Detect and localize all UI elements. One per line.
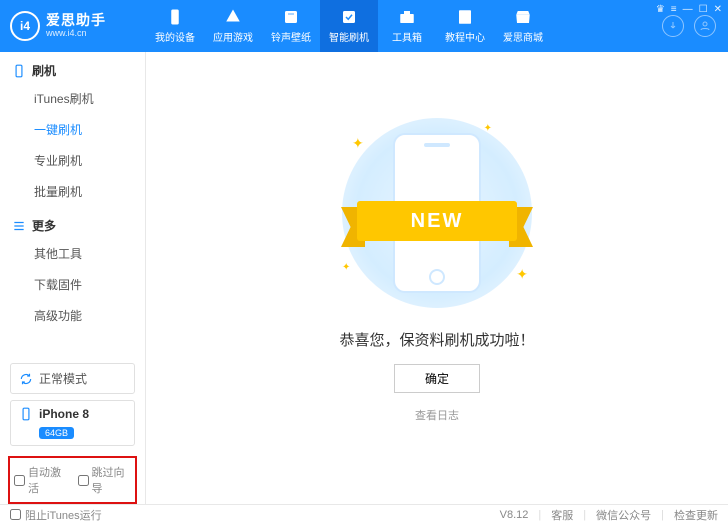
mode-box[interactable]: 正常模式 <box>10 363 135 394</box>
menu-itunes-flash[interactable]: iTunes刷机 <box>34 83 145 114</box>
opt-auto-activate[interactable]: 自动激活 <box>14 464 68 496</box>
flash-menu: iTunes刷机 一键刷机 专业刷机 批量刷机 <box>0 83 145 207</box>
menu-oneclick-flash[interactable]: 一键刷机 <box>34 114 145 145</box>
music-icon <box>282 8 300 26</box>
auto-activate-checkbox[interactable] <box>14 475 25 486</box>
block-itunes-checkbox[interactable] <box>10 509 21 520</box>
nav-flash[interactable]: 智能刷机 <box>320 0 378 52</box>
menu-icon[interactable]: ≡ <box>671 4 677 15</box>
main-panel: ✦ ✦ ✦ ✦ NEW 恭喜您，保资料刷机成功啦！ 确定 查看日志 <box>146 52 728 504</box>
opt-label: 跳过向导 <box>92 464 132 496</box>
app-header: i4 爱思助手 www.i4.cn 我的设备 应用游戏 铃声壁纸 智能刷机 工具… <box>0 0 728 52</box>
flash-icon <box>340 8 358 26</box>
ribbon-text: NEW <box>357 201 517 241</box>
success-message: 恭喜您，保资料刷机成功啦！ <box>339 329 534 350</box>
book-icon <box>456 8 474 26</box>
version-label: V8.12 <box>500 509 529 521</box>
logo-icon: i4 <box>10 11 40 41</box>
view-log-link[interactable]: 查看日志 <box>415 407 459 423</box>
phone-icon <box>166 8 184 26</box>
opt-label: 阻止iTunes运行 <box>25 507 102 523</box>
flash-options-row: 自动激活 跳过向导 <box>8 456 137 504</box>
phone-small-icon <box>19 407 33 421</box>
star-icon: ✦ <box>352 135 364 152</box>
nav-label: 教程中心 <box>445 29 485 44</box>
opt-label: 自动激活 <box>28 464 68 496</box>
nav-ringtones[interactable]: 铃声壁纸 <box>262 0 320 52</box>
nav-label: 智能刷机 <box>329 29 369 44</box>
device-icon <box>12 64 26 78</box>
section-label: 更多 <box>32 217 56 234</box>
block-itunes-option[interactable]: 阻止iTunes运行 <box>10 507 102 523</box>
menu-other-tools[interactable]: 其他工具 <box>34 238 145 269</box>
menu-batch-flash[interactable]: 批量刷机 <box>34 176 145 207</box>
wechat-link[interactable]: 微信公众号 <box>596 507 651 523</box>
nav-store[interactable]: 爱思商城 <box>494 0 552 52</box>
ok-button[interactable]: 确定 <box>394 364 480 393</box>
device-name: iPhone 8 <box>39 407 89 421</box>
nav-label: 应用游戏 <box>213 29 253 44</box>
section-label: 刷机 <box>32 62 56 79</box>
more-icon <box>12 219 26 233</box>
close-icon[interactable]: ✕ <box>714 4 722 15</box>
nav-toolbox[interactable]: 工具箱 <box>378 0 436 52</box>
brand: i4 爱思助手 www.i4.cn <box>0 11 146 41</box>
toolbox-icon <box>398 8 416 26</box>
more-menu: 其他工具 下载固件 高级功能 <box>0 238 145 331</box>
section-flash-title: 刷机 <box>0 52 145 83</box>
star-icon: ✦ <box>342 262 350 273</box>
sidebar: 刷机 iTunes刷机 一键刷机 专业刷机 批量刷机 更多 其他工具 下载固件 … <box>0 52 146 504</box>
star-icon: ✦ <box>484 123 492 134</box>
minimize-icon[interactable]: — <box>683 4 693 15</box>
refresh-icon <box>19 372 33 386</box>
nav-label: 铃声壁纸 <box>271 29 311 44</box>
nav-my-device[interactable]: 我的设备 <box>146 0 204 52</box>
top-nav: 我的设备 应用游戏 铃声壁纸 智能刷机 工具箱 教程中心 爱思商城 <box>146 0 662 52</box>
opt-skip-guide[interactable]: 跳过向导 <box>78 464 132 496</box>
device-box[interactable]: iPhone 8 64GB <box>10 400 135 446</box>
menu-advanced[interactable]: 高级功能 <box>34 300 145 331</box>
apps-icon <box>224 8 242 26</box>
tshirt-icon[interactable]: ♛ <box>656 4 665 15</box>
storage-badge: 64GB <box>39 427 74 439</box>
star-icon: ✦ <box>516 266 528 283</box>
maximize-icon[interactable]: ☐ <box>699 4 708 15</box>
menu-download-firmware[interactable]: 下载固件 <box>34 269 145 300</box>
nav-label: 工具箱 <box>392 29 422 44</box>
brand-url: www.i4.cn <box>46 29 106 39</box>
nav-apps[interactable]: 应用游戏 <box>204 0 262 52</box>
success-illustration: ✦ ✦ ✦ ✦ NEW <box>322 113 552 313</box>
store-icon <box>514 8 532 26</box>
status-bar: 阻止iTunes运行 V8.12| 客服| 微信公众号| 检查更新 <box>0 504 728 524</box>
nav-label: 我的设备 <box>155 29 195 44</box>
nav-tutorials[interactable]: 教程中心 <box>436 0 494 52</box>
support-link[interactable]: 客服 <box>551 507 573 523</box>
skip-guide-checkbox[interactable] <box>78 475 89 486</box>
menu-pro-flash[interactable]: 专业刷机 <box>34 145 145 176</box>
new-ribbon: NEW <box>357 201 517 241</box>
section-more-title: 更多 <box>0 207 145 238</box>
brand-name: 爱思助手 <box>46 13 106 28</box>
nav-label: 爱思商城 <box>503 29 543 44</box>
mode-label: 正常模式 <box>39 370 87 387</box>
